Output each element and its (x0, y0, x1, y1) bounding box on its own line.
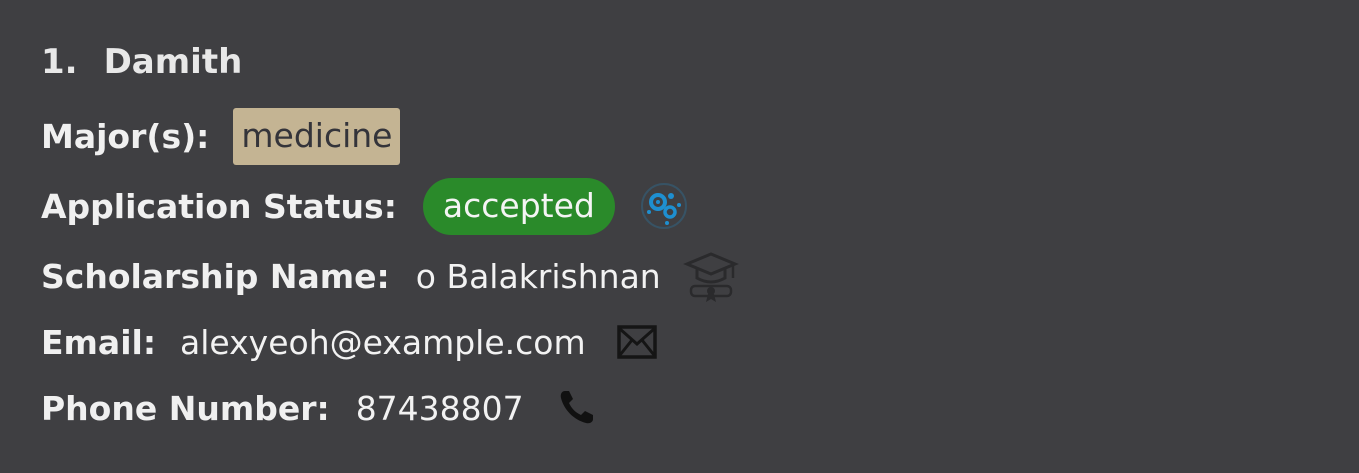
scholarship-row: Scholarship Name: o Balakrishnan (41, 248, 739, 304)
applicant-name: Damith (103, 42, 243, 82)
phone-row: Phone Number: 87438807 (41, 380, 596, 436)
applicant-index: 1. (41, 42, 78, 82)
phone-value[interactable]: 87438807 (356, 389, 524, 428)
scholarship-value: o Balakrishnan (415, 256, 661, 296)
applicant-card[interactable]: 1. Damith Major(s): medicine Application… (0, 0, 1359, 473)
application-status-label: Application Status: (41, 186, 397, 226)
major-label: Major(s): (41, 116, 210, 156)
gears-icon (637, 179, 691, 233)
email-value[interactable]: alexyeoh@example.com (180, 323, 586, 362)
major-row: Major(s): medicine (41, 107, 401, 165)
phone-label: Phone Number: (41, 388, 330, 428)
application-status-badge: accepted (422, 177, 615, 235)
graduation-cap-icon (682, 248, 739, 304)
envelope-icon (616, 321, 658, 363)
scholarship-label: Scholarship Name: (41, 256, 390, 296)
applicant-header: 1. Damith (41, 34, 242, 90)
email-label: Email: (41, 322, 157, 362)
major-tag: medicine (233, 107, 401, 165)
phone-icon (556, 388, 596, 428)
email-row: Email: alexyeoh@example.com (41, 314, 658, 370)
application-status-row: Application Status: accepted (41, 177, 691, 235)
